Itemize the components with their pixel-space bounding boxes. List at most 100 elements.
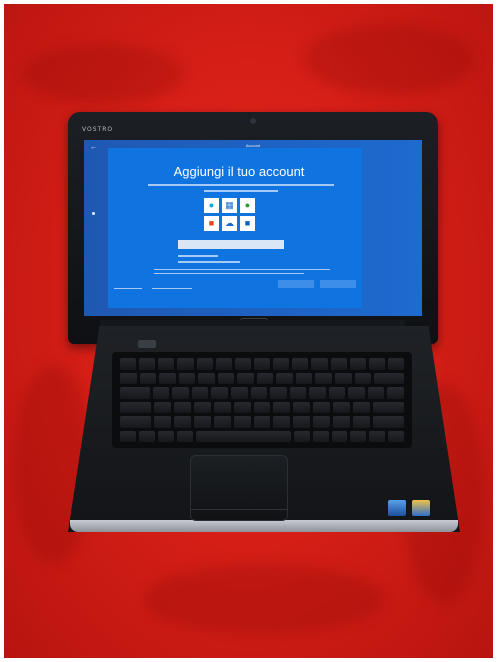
key[interactable] bbox=[213, 401, 231, 413]
key[interactable] bbox=[213, 416, 231, 428]
power-button[interactable] bbox=[138, 340, 156, 348]
space-key[interactable] bbox=[195, 430, 291, 442]
key[interactable] bbox=[215, 358, 232, 370]
key[interactable] bbox=[159, 372, 176, 384]
key[interactable] bbox=[293, 416, 311, 428]
key[interactable] bbox=[153, 416, 171, 428]
link-line bbox=[178, 261, 240, 263]
key[interactable] bbox=[178, 372, 196, 384]
arrow-right-key[interactable] bbox=[388, 430, 404, 442]
key[interactable] bbox=[256, 372, 274, 384]
key[interactable] bbox=[289, 387, 307, 399]
key[interactable] bbox=[230, 387, 248, 399]
key[interactable] bbox=[198, 372, 215, 384]
tab-key[interactable] bbox=[120, 387, 150, 399]
key[interactable] bbox=[335, 372, 352, 384]
key[interactable] bbox=[211, 387, 228, 399]
windows-key[interactable] bbox=[157, 430, 174, 442]
onedrive-icon: ☁ bbox=[222, 216, 237, 231]
key[interactable] bbox=[367, 387, 385, 399]
shift-key[interactable] bbox=[120, 416, 151, 428]
key[interactable] bbox=[333, 416, 351, 428]
altgr-key[interactable] bbox=[293, 430, 310, 442]
key[interactable] bbox=[348, 387, 365, 399]
arrow-left-key[interactable] bbox=[350, 430, 367, 442]
office-icon: ■ bbox=[204, 216, 219, 231]
caps-key[interactable] bbox=[120, 401, 151, 413]
key[interactable] bbox=[313, 401, 331, 413]
footer-link[interactable] bbox=[152, 288, 192, 289]
touchpad-buttons-divider bbox=[191, 509, 287, 510]
key[interactable] bbox=[293, 401, 311, 413]
key[interactable] bbox=[217, 372, 235, 384]
key[interactable] bbox=[233, 416, 251, 428]
key[interactable] bbox=[152, 387, 170, 399]
screen-header: Account bbox=[245, 143, 261, 148]
backspace-key[interactable] bbox=[374, 372, 404, 384]
key[interactable] bbox=[253, 401, 271, 413]
key[interactable] bbox=[120, 358, 137, 370]
ctrl-key[interactable] bbox=[120, 430, 136, 442]
key[interactable] bbox=[158, 358, 175, 370]
ctrl-key[interactable] bbox=[331, 430, 348, 442]
key-row bbox=[120, 358, 405, 370]
key[interactable] bbox=[237, 372, 254, 384]
key[interactable] bbox=[172, 387, 189, 399]
enter-key[interactable] bbox=[373, 401, 404, 413]
key[interactable] bbox=[191, 387, 209, 399]
laptop-lid: VOSTRO ← Account Aggiungi il tuo account… bbox=[68, 112, 438, 344]
key[interactable] bbox=[173, 401, 191, 413]
intel-sticker bbox=[388, 500, 406, 516]
key[interactable] bbox=[353, 416, 371, 428]
footer-link[interactable] bbox=[114, 288, 142, 289]
bedsheet-fold bbox=[144, 564, 384, 634]
webcam bbox=[250, 118, 256, 124]
key[interactable] bbox=[311, 358, 328, 370]
key[interactable] bbox=[330, 358, 347, 370]
key[interactable] bbox=[387, 358, 405, 370]
secondary-button[interactable] bbox=[278, 280, 314, 288]
key[interactable] bbox=[233, 401, 251, 413]
key[interactable] bbox=[276, 372, 293, 384]
shift-key[interactable] bbox=[373, 416, 404, 428]
privacy-line bbox=[154, 269, 330, 270]
key[interactable] bbox=[253, 358, 271, 370]
key[interactable] bbox=[368, 358, 385, 370]
next-button[interactable] bbox=[320, 280, 356, 288]
alt-key[interactable] bbox=[176, 430, 193, 442]
key[interactable] bbox=[253, 416, 271, 428]
key[interactable] bbox=[273, 401, 291, 413]
key[interactable] bbox=[193, 416, 211, 428]
key[interactable] bbox=[313, 416, 331, 428]
key[interactable] bbox=[273, 358, 290, 370]
key[interactable] bbox=[177, 358, 194, 370]
key[interactable] bbox=[292, 358, 309, 370]
key[interactable] bbox=[120, 372, 137, 384]
key[interactable] bbox=[196, 358, 213, 370]
key[interactable] bbox=[234, 358, 251, 370]
key[interactable] bbox=[173, 416, 191, 428]
brand-label: VOSTRO bbox=[82, 126, 114, 133]
key[interactable] bbox=[153, 401, 171, 413]
key[interactable] bbox=[328, 387, 346, 399]
key[interactable] bbox=[349, 358, 366, 370]
touchpad[interactable] bbox=[190, 455, 288, 521]
menu-key[interactable] bbox=[312, 430, 329, 442]
key[interactable] bbox=[270, 387, 287, 399]
enter-key[interactable] bbox=[387, 387, 404, 399]
key[interactable] bbox=[250, 387, 268, 399]
key[interactable] bbox=[273, 416, 291, 428]
xbox-icon: ● bbox=[240, 198, 255, 213]
email-field[interactable] bbox=[178, 240, 284, 249]
arrow-down-key[interactable] bbox=[369, 430, 386, 442]
key[interactable] bbox=[315, 372, 333, 384]
key[interactable] bbox=[333, 401, 351, 413]
key[interactable] bbox=[139, 372, 157, 384]
key[interactable] bbox=[354, 372, 372, 384]
key[interactable] bbox=[193, 401, 211, 413]
key[interactable] bbox=[309, 387, 326, 399]
key[interactable] bbox=[295, 372, 313, 384]
fn-key[interactable] bbox=[138, 430, 155, 442]
key[interactable] bbox=[353, 401, 371, 413]
key[interactable] bbox=[139, 358, 156, 370]
